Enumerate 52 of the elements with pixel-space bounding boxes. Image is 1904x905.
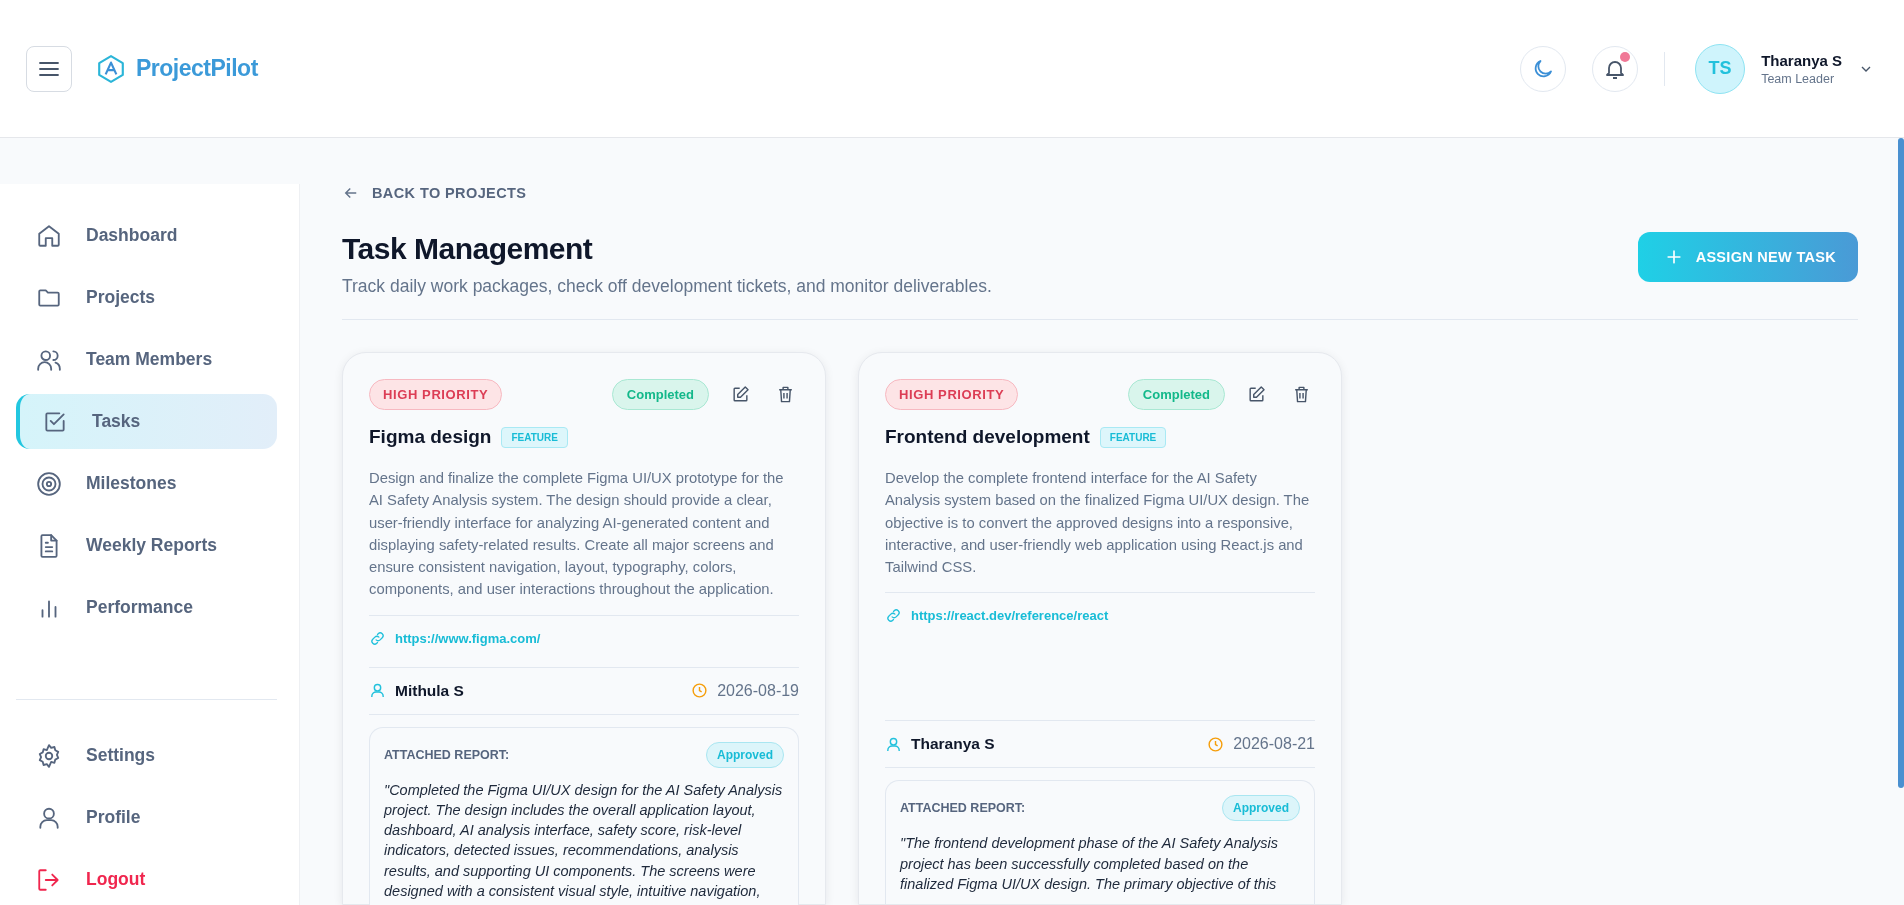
edit-icon	[731, 385, 750, 404]
task-title: Frontend development	[885, 426, 1090, 448]
due-date: 2026-08-19	[717, 681, 799, 700]
task-title: Figma design	[369, 426, 492, 448]
sidebar-item[interactable]: Projects	[16, 270, 277, 325]
report-label: ATTACHED REPORT:	[384, 747, 510, 762]
sidebar-item[interactable]: Milestones	[16, 456, 277, 511]
brand-name: ProjectPilot	[136, 55, 258, 82]
assignee-name: Mithula S	[395, 681, 464, 700]
sidebar-item[interactable]: Performance	[16, 580, 277, 635]
trash-icon	[776, 385, 795, 404]
task-type-tag: FEATURE	[501, 426, 568, 448]
approval-badge: Approved	[706, 741, 784, 768]
task-description: Design and finalize the complete Figma UI/UX prototype for the AI Safety Analysis system. The design should provide a clear, user-friendly interface for analyzing AI-generated content and displaying safety-related results. Create all major screens and ensure consistent navigation, layout, typography, colors, components, and user interactions throughout the application.	[369, 467, 799, 616]
link-icon	[369, 629, 386, 647]
sidebar-item[interactable]: Logout	[16, 852, 277, 905]
link-icon	[885, 607, 902, 625]
report-label: ATTACHED REPORT:	[900, 801, 1026, 816]
report-text: "The frontend development phase of the AI Safety Analysis project has been successfully completed based on the finalized Figma UI/UX design. The primary objective of this	[900, 834, 1280, 894]
home-icon	[36, 222, 62, 249]
assignee-name: Tharanya S	[911, 735, 995, 754]
settings-icon	[36, 742, 62, 769]
target-icon	[36, 470, 62, 497]
sidebar-item[interactable]: Tasks	[16, 394, 277, 449]
clock-icon	[1207, 735, 1225, 753]
user-role: Team Leader	[1761, 71, 1836, 86]
sidebar-item[interactable]: Team Members	[16, 332, 277, 387]
edit-icon	[1247, 385, 1266, 404]
logo-icon	[96, 53, 126, 84]
page-title: Task Management	[342, 232, 594, 266]
sidebar-item[interactable]: Settings	[16, 728, 277, 783]
page-subtitle: Track daily work packages, check off development tickets, and monitor deliverables.	[342, 276, 992, 297]
scrollbar-thumb[interactable]	[1898, 138, 1904, 788]
status-badge: Completed	[1127, 379, 1225, 410]
user-icon	[885, 735, 902, 753]
priority-badge: HIGH PRIORITY	[885, 379, 1019, 410]
clock-icon	[691, 682, 709, 700]
task-type-tag: FEATURE	[1099, 426, 1167, 448]
sidebar-item[interactable]: Weekly Reports	[16, 518, 277, 573]
status-badge: Completed	[611, 379, 709, 410]
sidebar-item[interactable]: Profile	[16, 790, 277, 845]
menu-button[interactable]	[26, 45, 72, 92]
due-date: 2026-08-21	[1233, 735, 1315, 754]
report-text: "Completed the Figma UI/UX design for the AI Safety Analysis project. The design includes the overall application layout, dashboard, AI analysis interface, safety score, risk-level indicators, detected issues, recommendations, analysis results, and supporting UI components. The screens were designed with a consistent visual style, intuitive navigation,	[384, 780, 784, 901]
user-icon	[369, 682, 386, 700]
sidebar-item[interactable]: Dashboard	[16, 208, 277, 263]
approval-badge: Approved	[1222, 795, 1300, 822]
user-name: Tharanya S	[1761, 51, 1842, 69]
back-link[interactable]: BACK TO PROJECTS	[342, 184, 1858, 202]
task-description: Develop the complete frontend interface for the AI Safety Analysis system based on the finalized Figma UI/UX design. The objective is to convert the approved designs into a responsive, interactive, and user-friendly web application using React.js and Tailwind CSS.	[885, 467, 1315, 594]
priority-badge: HIGH PRIORITY	[369, 379, 503, 410]
trash-icon	[1292, 385, 1311, 404]
